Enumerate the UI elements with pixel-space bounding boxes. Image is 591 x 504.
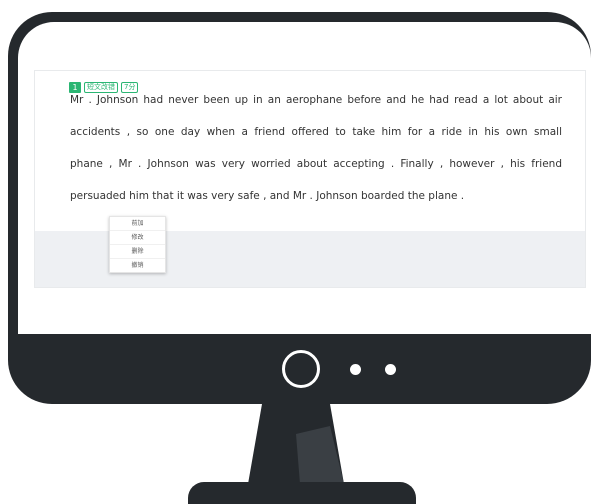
edit-context-menu: 前加 修改 删除 撤销 (109, 216, 166, 273)
passage-line[interactable]: persuaded him that it was very safe , an… (70, 191, 562, 202)
passage-text[interactable]: Mr . Johnson had never been up in an aer… (70, 95, 562, 223)
question-type-tag: 短文改错 (84, 82, 118, 93)
monitor-frame: 1 短文改错 7分 Mr . Johnson had never been up… (8, 12, 591, 404)
question-number-badge: 1 (69, 82, 81, 93)
question-panel: 1 短文改错 7分 Mr . Johnson had never been up… (34, 70, 586, 288)
question-score-tag: 7分 (121, 82, 139, 93)
stand-base (188, 482, 416, 504)
indicator-dot-icon (385, 364, 396, 375)
stand-neck-highlight (296, 426, 344, 484)
menu-item-undo[interactable]: 撤销 (110, 259, 165, 272)
question-header: 1 短文改错 7分 (69, 82, 139, 93)
passage-line[interactable]: accidents , so one day when a friend off… (70, 127, 562, 138)
menu-item-delete[interactable]: 删除 (110, 245, 165, 259)
menu-item-modify[interactable]: 修改 (110, 231, 165, 245)
menu-item-insert-before[interactable]: 前加 (110, 217, 165, 231)
passage-line[interactable]: phane , Mr . Johnson was very worried ab… (70, 159, 562, 170)
indicator-dot-icon (350, 364, 361, 375)
power-button-ring-icon (282, 350, 320, 388)
passage-line[interactable]: Mr . Johnson had never been up in an aer… (70, 95, 562, 106)
stand-neck (248, 404, 344, 484)
monitor-screen: 1 短文改错 7分 Mr . Johnson had never been up… (18, 22, 591, 334)
